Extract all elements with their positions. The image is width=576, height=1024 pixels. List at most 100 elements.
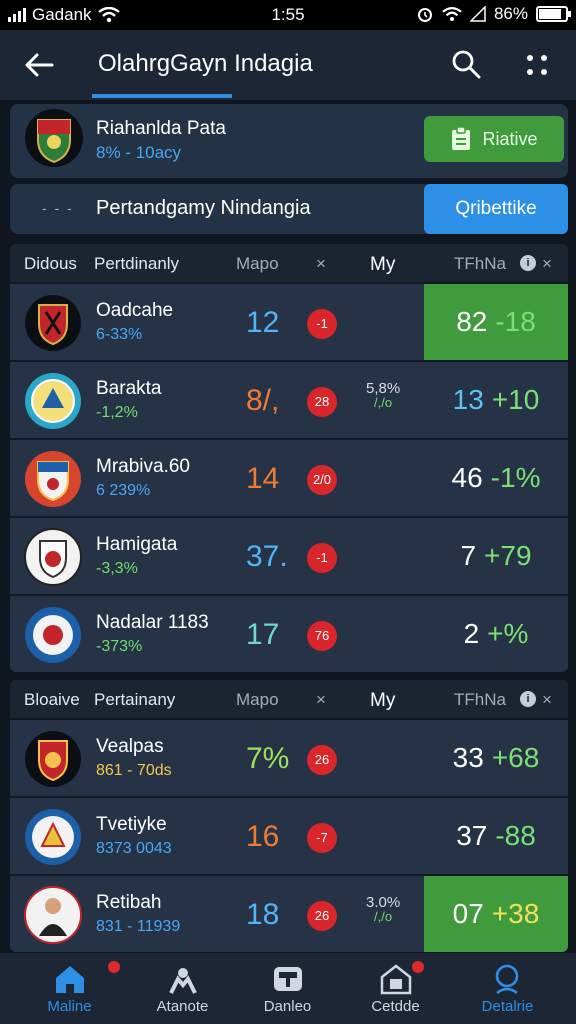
header-team[interactable]: Pertainany bbox=[94, 690, 175, 710]
league-selector-card[interactable]: - - - Pertandgamy Nindangia Qribettike bbox=[10, 184, 568, 234]
header-mapo[interactable]: Mapo bbox=[236, 254, 279, 274]
team-crest-icon bbox=[25, 295, 81, 351]
nav-item-search[interactable]: Detalrie bbox=[450, 953, 565, 1024]
league-label: Pertandgamy Nindangia bbox=[96, 197, 311, 219]
table-row[interactable]: Barakta -1,2% 8/, 28 5,8%/,/o 13 +10 bbox=[10, 360, 568, 438]
nav-label: Danleo bbox=[263, 998, 312, 1015]
notification-dot bbox=[108, 961, 120, 973]
points-value: 33 bbox=[452, 742, 484, 773]
team-crest-icon bbox=[25, 731, 81, 787]
team-name: Vealpas bbox=[96, 736, 164, 757]
featured-team-card[interactable]: Riahanlda Pata 8% - 10acy Riative bbox=[10, 104, 568, 178]
header-rank[interactable]: Didous bbox=[24, 254, 77, 274]
table-header: Bloaive Pertainany Mapo × My TFhNa i × bbox=[10, 680, 568, 718]
team-name: Oadcahe bbox=[96, 300, 174, 321]
points-value: 46 bbox=[451, 462, 483, 493]
points-cell: 82 -18 bbox=[424, 284, 568, 360]
header-tf[interactable]: TFhNa bbox=[454, 690, 506, 710]
more-options-icon[interactable] bbox=[522, 50, 552, 80]
nav-item-tv[interactable]: Danleo bbox=[230, 953, 345, 1024]
points-value: 37 bbox=[456, 820, 488, 851]
mini-stat-bottom: /,/o bbox=[374, 395, 393, 410]
score: 16 bbox=[246, 820, 280, 853]
points-value: 7 bbox=[460, 540, 477, 571]
info-icon[interactable]: i bbox=[520, 691, 536, 707]
relative-button[interactable]: Riative bbox=[424, 116, 564, 162]
page-title: OlahrgGayn Indagia bbox=[98, 50, 313, 77]
points-change: +68 bbox=[491, 742, 540, 773]
wifi-icon bbox=[442, 6, 462, 21]
points-change: -18 bbox=[495, 306, 536, 337]
dots-label: - - - bbox=[42, 200, 74, 216]
header-rank[interactable]: Bloaive bbox=[24, 690, 80, 710]
team-name: Barakta bbox=[96, 378, 162, 399]
team-stat: -373% bbox=[96, 638, 143, 655]
subscribe-button[interactable]: Qribettike bbox=[424, 184, 568, 234]
status-badge: 26 bbox=[307, 745, 337, 775]
title-tab-indicator bbox=[92, 94, 232, 98]
battery-icon bbox=[536, 6, 571, 22]
search-icon[interactable] bbox=[450, 48, 482, 80]
nav-label: Maline bbox=[47, 998, 92, 1015]
header-my[interactable]: My bbox=[370, 254, 395, 276]
header-x[interactable]: × bbox=[316, 690, 326, 710]
back-arrow-icon[interactable] bbox=[22, 48, 56, 82]
team-crest-icon bbox=[25, 607, 81, 663]
status-badge: 28 bbox=[307, 387, 337, 417]
table-row[interactable]: Mrabiva.60 6 239% 14 2/0 46 -1% bbox=[10, 438, 568, 516]
score: 18 bbox=[246, 898, 280, 931]
featured-team-name: Riahanlda Pata bbox=[96, 118, 226, 139]
score: 17 bbox=[246, 618, 280, 651]
points-cell: 13 +10 bbox=[424, 362, 568, 438]
home-icon bbox=[56, 966, 84, 993]
nav-item-stadium[interactable]: Cetdde bbox=[338, 953, 453, 1024]
alarm-icon bbox=[417, 8, 432, 22]
tv-icon bbox=[274, 967, 302, 991]
standings-table-2: Bloaive Pertainany Mapo × My TFhNa i × V… bbox=[10, 680, 568, 952]
score: 8/, bbox=[246, 384, 280, 417]
points-cell: 46 -1% bbox=[424, 440, 568, 516]
points-change: +% bbox=[487, 618, 529, 649]
header-my[interactable]: My bbox=[370, 690, 395, 712]
score: 37. bbox=[246, 540, 288, 573]
nav-item-home[interactable]: Maline bbox=[12, 953, 127, 1024]
mini-stat: 3.0%/,/o bbox=[366, 895, 400, 924]
status-bar: Gadank 1:55 86% bbox=[0, 0, 576, 30]
cell-signal-icon bbox=[469, 6, 486, 22]
team-name: Hamigata bbox=[96, 534, 178, 555]
nav-label: Cetdde bbox=[371, 998, 420, 1015]
table-row[interactable]: Oadcahe 6-33% 12 -1 82 -18 bbox=[10, 282, 568, 360]
team-stat: -3,3% bbox=[96, 560, 138, 577]
header-tf[interactable]: TFhNa bbox=[454, 254, 506, 274]
table-row[interactable]: Retibah 831 - 11939 18 26 3.0%/,/o 07 +38 bbox=[10, 874, 568, 952]
close-icon[interactable]: × bbox=[542, 690, 552, 710]
app-header: OlahrgGayn Indagia bbox=[0, 30, 576, 100]
team-crest-icon bbox=[25, 451, 81, 507]
battery-percent: 86% bbox=[493, 4, 528, 23]
points-change: -88 bbox=[495, 820, 536, 851]
header-x[interactable]: × bbox=[316, 254, 326, 274]
team-stat: 861 - 70ds bbox=[96, 762, 172, 779]
header-mapo[interactable]: Mapo bbox=[236, 690, 279, 710]
header-team[interactable]: Pertdinanly bbox=[94, 254, 179, 274]
points-change: +38 bbox=[491, 898, 540, 929]
nav-label: Atanote bbox=[156, 998, 209, 1015]
nav-item-players[interactable]: Atanote bbox=[125, 953, 240, 1024]
info-icon[interactable]: i bbox=[520, 255, 536, 271]
close-icon[interactable]: × bbox=[542, 254, 552, 274]
table-row[interactable]: Hamigata -3,3% 37. -1 7 +79 bbox=[10, 516, 568, 594]
table-header: Didous Pertdinanly Mapo × My TFhNa i × bbox=[10, 244, 568, 282]
team-stat: 6-33% bbox=[96, 326, 143, 343]
table-row[interactable]: Nadalar 1183 -373% 17 76 2 +% bbox=[10, 594, 568, 672]
mini-stat: 5,8%/,/o bbox=[366, 381, 400, 410]
team-stat: 831 - 11939 bbox=[96, 918, 181, 935]
team-crest-icon bbox=[25, 109, 83, 167]
table-row[interactable]: Vealpas 861 - 70ds 7% 26 33 +68 bbox=[10, 718, 568, 796]
notification-dot bbox=[412, 961, 424, 973]
relative-button-label: Riative bbox=[482, 128, 538, 149]
table-row[interactable]: Tvetiyke 8373 0043 16 -7 37 -88 bbox=[10, 796, 568, 874]
status-badge: -1 bbox=[307, 543, 337, 573]
team-stat: 6 239% bbox=[96, 482, 151, 499]
bottom-nav: Maline Atanote Danleo Cetdde Detalrie bbox=[0, 952, 576, 1024]
team-name: Retibah bbox=[96, 892, 162, 913]
